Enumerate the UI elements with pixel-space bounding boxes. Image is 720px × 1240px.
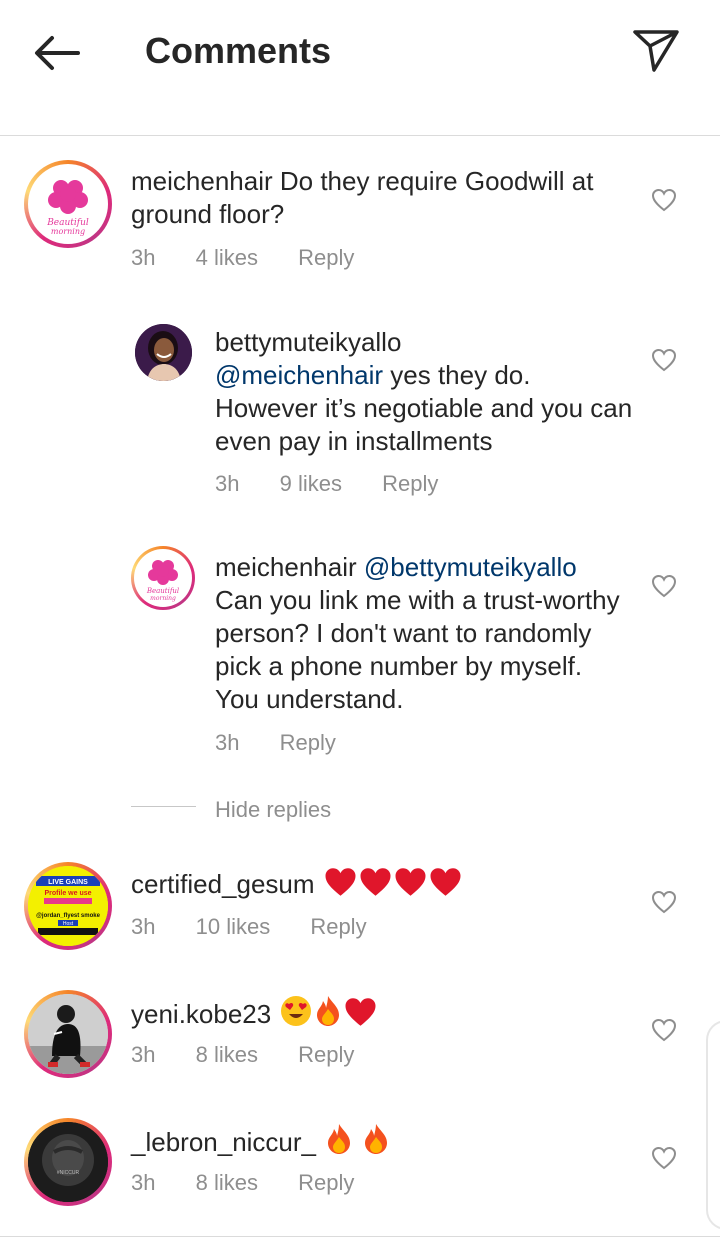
svg-text:@jordan_flyest smoke: @jordan_flyest smoke <box>36 913 101 919</box>
heart-icon[interactable] <box>651 574 677 598</box>
comment-emojis <box>322 868 462 899</box>
avatar[interactable] <box>24 990 112 1078</box>
comment-username[interactable]: bettymuteikyallo <box>215 326 635 359</box>
comment-meta: 3h Reply <box>215 730 370 756</box>
heart-eyes-emoji <box>281 996 312 1026</box>
red-heart-emoji <box>345 998 376 1026</box>
avatar[interactable]: Beautiful morning <box>24 160 112 248</box>
comment-time: 3h <box>131 245 156 270</box>
hide-replies-button[interactable]: Hide replies <box>215 797 331 823</box>
comment-emojis <box>278 996 377 1029</box>
reply-button[interactable]: Reply <box>310 914 366 939</box>
reply-button[interactable]: Reply <box>298 245 354 270</box>
person-photo <box>135 324 192 381</box>
avatar-image <box>28 994 108 1074</box>
heart-icon[interactable] <box>651 1018 677 1042</box>
svg-text:Host: Host <box>63 921 74 927</box>
comment-body: meichenhair Do they require Goodwill at … <box>131 165 631 231</box>
svg-text:morning: morning <box>51 227 85 236</box>
promo-graphic: LIVE GAINS Profile we use @jordan_flyest… <box>28 866 108 946</box>
back-arrow-icon[interactable] <box>30 30 82 76</box>
svg-text:Beautiful: Beautiful <box>146 587 179 595</box>
svg-text:#NICCUR: #NICCUR <box>57 1170 80 1176</box>
comment-username[interactable]: meichenhair <box>215 552 357 582</box>
scroll-handle[interactable] <box>706 1020 720 1230</box>
fire-emoji <box>365 1124 388 1154</box>
comment-body: certified_gesum <box>131 867 631 901</box>
comment-body: _lebron_niccur_ <box>131 1123 631 1159</box>
comment-meta: 3h 8 likes Reply <box>131 1170 388 1196</box>
svg-text:LIVE GAINS: LIVE GAINS <box>48 879 88 886</box>
comment-emojis <box>323 1124 390 1157</box>
comment-likes[interactable]: 8 likes <box>196 1042 258 1067</box>
top-bar: Comments <box>0 0 720 136</box>
comment-likes[interactable]: 4 likes <box>196 245 258 270</box>
person-photo <box>28 994 108 1074</box>
avatar[interactable] <box>135 324 192 381</box>
red-heart-emoji <box>360 868 391 896</box>
red-heart-emoji <box>395 868 426 896</box>
comment-likes[interactable]: 9 likes <box>280 471 342 496</box>
flower-logo: Beautiful morning <box>31 167 105 241</box>
page-title: Comments <box>145 30 332 71</box>
flower-logo: Beautiful morning <box>146 560 179 602</box>
reply-button[interactable]: Reply <box>280 730 336 755</box>
red-heart-emoji <box>430 868 461 896</box>
red-heart-emoji <box>325 868 356 896</box>
comment-text: Can you link me with a trust-worthy pers… <box>215 585 620 714</box>
comment-meta: 3h 4 likes Reply <box>131 245 388 271</box>
heart-icon[interactable] <box>651 1146 677 1170</box>
send-icon[interactable] <box>630 24 682 74</box>
avatar-image: #NICCUR <box>28 1122 108 1202</box>
avatar-image: Beautiful morning <box>134 549 192 607</box>
svg-text:morning: morning <box>150 595 176 602</box>
avatar[interactable]: LIVE GAINS Profile we use @jordan_flyest… <box>24 862 112 950</box>
avatar[interactable]: Beautiful morning <box>131 546 195 610</box>
heart-icon[interactable] <box>651 890 677 914</box>
mention-link[interactable]: @bettymuteikyallo <box>364 552 577 582</box>
comment-likes[interactable]: 10 likes <box>196 914 271 939</box>
avatar-image: LIVE GAINS Profile we use @jordan_flyest… <box>28 866 108 946</box>
comment-username[interactable]: _lebron_niccur_ <box>131 1127 316 1157</box>
fire-emoji <box>328 1124 351 1154</box>
fire-emoji <box>317 996 340 1026</box>
comment-body: yeni.kobe23 <box>131 995 631 1031</box>
reply-button[interactable]: Reply <box>382 471 438 496</box>
reply-button[interactable]: Reply <box>298 1042 354 1067</box>
comment-username[interactable]: certified_gesum <box>131 869 315 899</box>
heart-icon[interactable] <box>651 188 677 212</box>
avatar-image: Beautiful morning <box>28 164 108 244</box>
comment-body: meichenhair @bettymuteikyallo Can you li… <box>215 551 625 716</box>
heart-icon[interactable] <box>651 348 677 372</box>
hide-replies-divider <box>131 806 196 807</box>
mention-link[interactable]: @meichenhair <box>215 360 383 390</box>
comment-time: 3h <box>215 471 240 496</box>
comment-time: 3h <box>131 1170 156 1195</box>
comment-meta: 3h 8 likes Reply <box>131 1042 388 1068</box>
comment-meta: 3h 10 likes Reply <box>131 914 401 940</box>
bottom-divider <box>0 1236 720 1237</box>
comment-likes[interactable]: 8 likes <box>196 1170 258 1195</box>
comment-time: 3h <box>131 914 156 939</box>
avatar[interactable]: #NICCUR <box>24 1118 112 1206</box>
comment-body: bettymuteikyallo @meichenhair yes they d… <box>215 326 635 458</box>
comment-username[interactable]: yeni.kobe23 <box>131 999 271 1029</box>
avatar-image <box>135 324 192 381</box>
comment-time: 3h <box>215 730 240 755</box>
reply-button[interactable]: Reply <box>298 1170 354 1195</box>
svg-text:Profile we use: Profile we use <box>44 890 91 897</box>
comment-time: 3h <box>131 1042 156 1067</box>
comment-meta: 3h 9 likes Reply <box>215 471 472 497</box>
person-photo: #NICCUR <box>28 1122 108 1202</box>
comment-username[interactable]: meichenhair <box>131 166 273 196</box>
